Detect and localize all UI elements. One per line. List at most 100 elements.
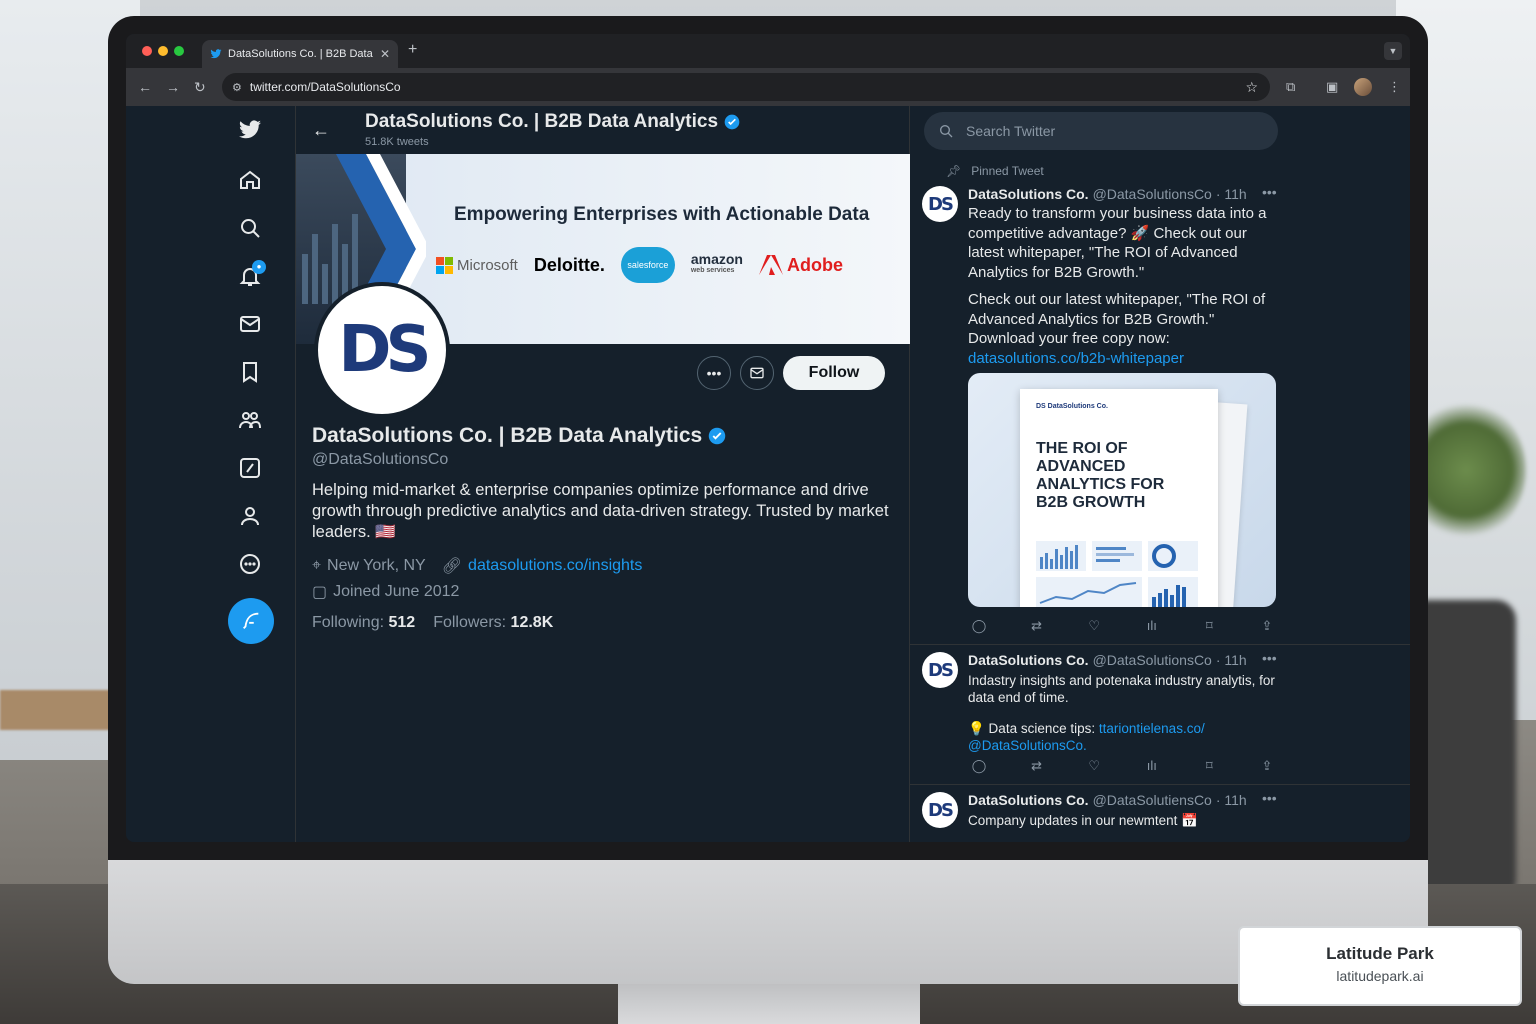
bookmark-icon[interactable]: ⌑: [1198, 618, 1220, 634]
tweet-author-name[interactable]: DataSolutions Co.: [968, 652, 1089, 668]
tweet-divider: [910, 784, 1410, 785]
profile-main-column: ← DataSolutions Co. | B2B Data Analytics…: [296, 106, 910, 842]
retweet-icon[interactable]: ⇄: [1026, 618, 1048, 634]
views-chart-icon[interactable]: ılı: [1141, 758, 1163, 774]
monitor-stand: [618, 984, 920, 1024]
sidebar-panel-icon[interactable]: ▣: [1326, 79, 1338, 95]
tweet-avatar-logo: DS: [928, 799, 954, 821]
tweet-avatar-logo: DS: [928, 193, 954, 215]
like-heart-icon[interactable]: ♡: [1083, 618, 1105, 634]
tweet-tip-link[interactable]: ttariontielenas.co/: [1099, 721, 1205, 736]
tweet-avatar[interactable]: DS: [922, 186, 958, 222]
tweet-more-icon[interactable]: •••: [1262, 650, 1277, 666]
tweet-more-icon[interactable]: •••: [1262, 790, 1277, 806]
search-box[interactable]: Search Twitter: [924, 112, 1278, 150]
reply-icon[interactable]: ◯: [968, 758, 990, 774]
follow-counts: Following: 512 Followers: 12.8K: [312, 614, 553, 632]
minimize-window-button[interactable]: [158, 46, 168, 56]
twitter-logo-icon[interactable]: [230, 110, 270, 150]
tab-close-icon[interactable]: ✕: [380, 47, 390, 61]
tweet-more-icon[interactable]: •••: [1262, 184, 1277, 200]
location-text: New York, NY: [327, 557, 426, 574]
tweet-tip-handle[interactable]: @DataSolutionsCo.: [968, 738, 1087, 753]
lists-edit-icon[interactable]: [230, 448, 270, 488]
followers-label: Followers:: [433, 614, 507, 631]
tweet-author-name[interactable]: DataSolutions Co.: [968, 792, 1089, 808]
partner-logos: Microsoft Deloitte. salesforce amazon we…: [436, 247, 843, 283]
new-tab-button[interactable]: +: [408, 41, 417, 59]
tweet-tips: 💡 Data science tips: ttariontielenas.co/…: [968, 720, 1284, 754]
mail-icon: [750, 367, 764, 379]
watermark-title: Latitude Park: [1326, 944, 1434, 963]
like-heart-icon[interactable]: ♡: [1083, 758, 1105, 774]
tweet-text-2: Check out our latest whitepaper, "The RO…: [968, 291, 1266, 347]
tweet-header: DataSolutions Co. @DataSolutionsCo · 11h: [968, 652, 1247, 668]
back-nav-icon[interactable]: ←: [138, 79, 152, 95]
watermark-subtitle: latitudepark.ai: [1336, 968, 1424, 984]
tweet-link[interactable]: datasolutions.co/b2b-whitepaper: [968, 350, 1184, 367]
tweet-avatar[interactable]: DS: [922, 652, 958, 688]
feather-quill-icon: [243, 612, 259, 629]
tweet-text: Company updates in our newmtent 📅: [968, 813, 1198, 828]
follow-button[interactable]: Follow: [783, 356, 885, 390]
url-text: twitter.com/DataSolutionsCo: [249, 80, 401, 94]
profile-name-text: DataSolutions Co. | B2B Data Analytics: [312, 424, 703, 447]
forward-nav-icon[interactable]: →: [166, 79, 180, 95]
extensions-icon[interactable]: ⧉: [1286, 79, 1295, 95]
website-link[interactable]: datasolutions.co/insights: [468, 557, 642, 575]
browser-tab-bar: DataSolutions Co. | B2B Data ✕ + ▼: [126, 34, 1410, 68]
share-icon[interactable]: ⇪: [1256, 758, 1278, 774]
profile-display-name: DataSolutions Co. | B2B Data Analytics: [312, 424, 726, 448]
tweet-time: · 11h: [1215, 652, 1247, 668]
profile-meta-row: ⌖ New York, NY 🔗︎ datasolutions.co/insig…: [312, 556, 642, 576]
following-count: 512: [388, 614, 416, 631]
browser-tab[interactable]: DataSolutions Co. | B2B Data ✕: [202, 40, 398, 68]
tweet-author-name[interactable]: DataSolutions Co.: [968, 186, 1089, 202]
deloitte-logo: Deloitte.: [533, 254, 605, 275]
back-arrow-icon[interactable]: ←: [312, 120, 330, 141]
monitor-chin: [108, 860, 1428, 984]
profile-icon[interactable]: [230, 496, 270, 536]
more-options-icon[interactable]: [230, 544, 270, 584]
reply-icon[interactable]: ◯: [968, 618, 990, 634]
tweet-tip-label: 💡 Data science tips:: [968, 721, 1096, 736]
reload-icon[interactable]: ↻: [194, 79, 206, 96]
bookmark-star-icon[interactable]: ☆: [1245, 79, 1258, 96]
right-column: Search Twitter 📌︎ Pinned Tweet DS DataSo…: [910, 106, 1410, 842]
retweet-icon[interactable]: ⇄: [1026, 758, 1048, 774]
communities-icon[interactable]: [230, 400, 270, 440]
compose-tweet-button[interactable]: [228, 598, 274, 644]
whitepaper-title: THE ROI OF ADVANCED ANALYTICS FOR B2B GR…: [1036, 440, 1165, 511]
browser-menu-icon[interactable]: ⋮: [1388, 79, 1401, 95]
search-icon: [940, 125, 953, 138]
share-icon[interactable]: ⇪: [1256, 618, 1278, 634]
following-link[interactable]: Following: 512: [312, 614, 415, 632]
tab-menu-chevron-icon[interactable]: ▼: [1384, 42, 1402, 60]
views-chart-icon[interactable]: ılı: [1141, 618, 1163, 634]
bookmark-icon[interactable]: ⌑: [1198, 758, 1220, 774]
tweet-author-handle: @DataSolutiensCo: [1092, 792, 1212, 808]
tweet-media-whitepaper[interactable]: DS DataSolutions Co. THE ROI OF ADVANCED…: [968, 373, 1276, 607]
whitepaper-logo: DS DataSolutions Co.: [1036, 403, 1108, 410]
tweet-avatar-logo: DS: [928, 659, 954, 681]
url-field[interactable]: ⚙ twitter.com/DataSolutionsCo ☆: [222, 73, 1270, 101]
home-icon[interactable]: [230, 160, 270, 200]
messages-mail-icon[interactable]: [230, 304, 270, 344]
twitter-favicon-icon: [210, 49, 222, 59]
site-settings-icon[interactable]: ⚙: [232, 81, 242, 94]
explore-search-icon[interactable]: [230, 208, 270, 248]
monitor: DataSolutions Co. | B2B Data ✕ + ▼ ← → ↻…: [108, 16, 1428, 984]
notifications-bell-icon[interactable]: ●: [230, 256, 270, 296]
profile-avatar[interactable]: DS: [314, 282, 450, 418]
message-button[interactable]: [740, 356, 774, 390]
left-navigation: ●: [126, 106, 296, 842]
followers-link[interactable]: Followers: 12.8K: [433, 614, 553, 632]
banner-title: Empowering Enterprises with Actionable D…: [454, 204, 870, 225]
maximize-window-button[interactable]: [174, 46, 184, 56]
profile-header-bar: ← DataSolutions Co. | B2B Data Analytics…: [296, 106, 910, 154]
more-actions-button[interactable]: •••: [697, 356, 731, 390]
profile-avatar-icon[interactable]: [1354, 78, 1372, 96]
bookmarks-icon[interactable]: [230, 352, 270, 392]
close-window-button[interactable]: [142, 46, 152, 56]
tweet-avatar[interactable]: DS: [922, 792, 958, 828]
